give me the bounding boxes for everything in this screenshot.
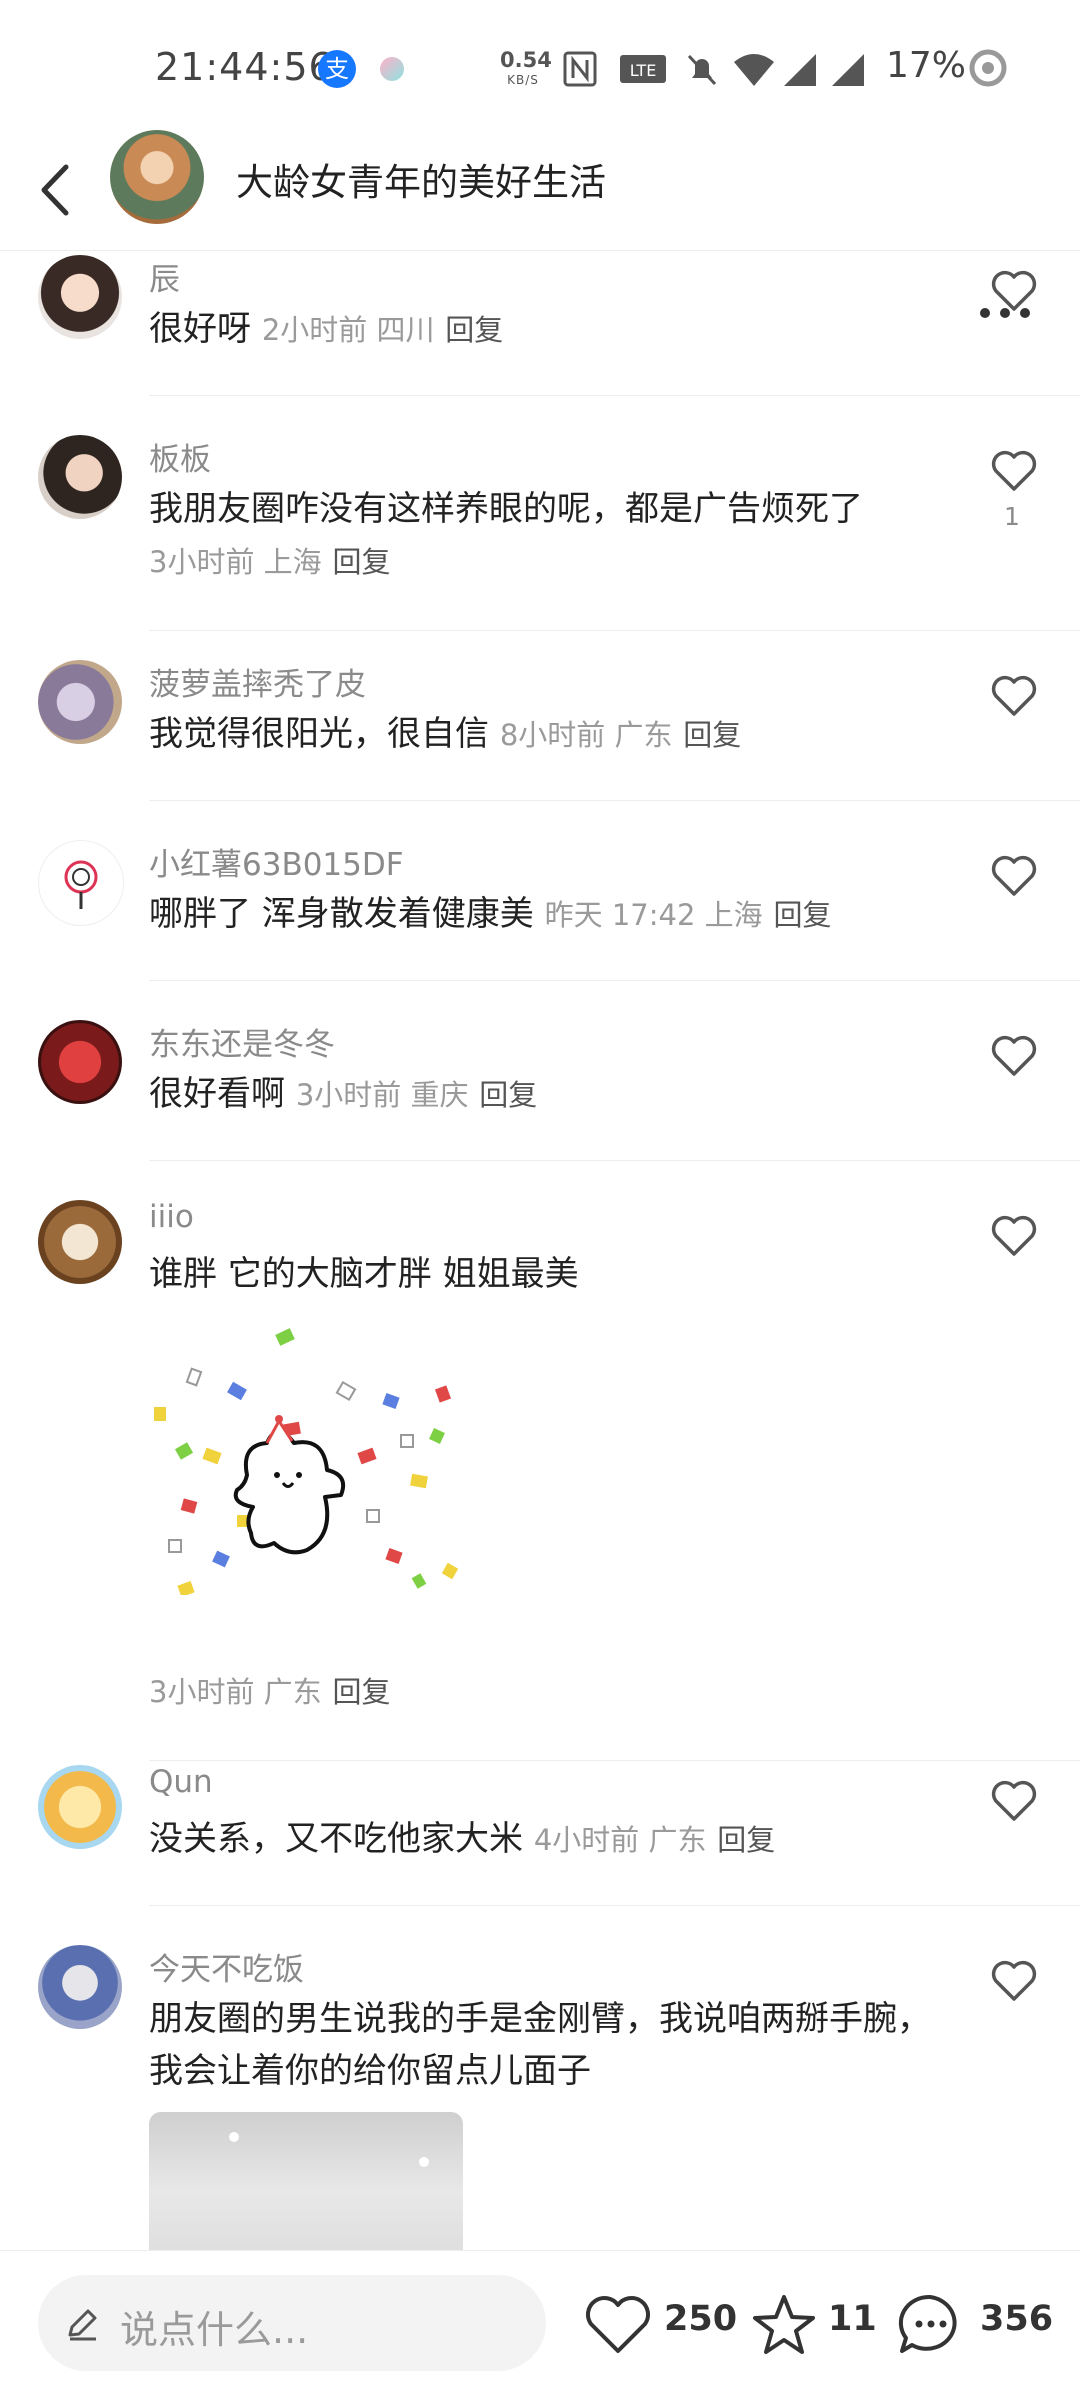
user-avatar[interactable] [38,255,122,339]
comment-input[interactable]: 说点什么... [38,2275,546,2371]
network-speed-unit: KB/S [507,73,539,87]
status-bar: 21:44:56 支 0.54 KB/S LTE 17% [0,0,1080,135]
divider [149,800,1080,801]
svg-text:LTE: LTE [630,61,657,80]
divider [149,395,1080,396]
confetti-bear-sticker [154,1328,459,1595]
comment-body: 哪胖了 浑身散发着健康美 [149,894,534,934]
battery-ring-icon [969,49,1007,87]
comment-list[interactable]: 辰 很好呀 2小时前 四川 回复 板板 我朋友圈咋没有这样养眼的呢，都是广告烦死… [0,250,1080,2250]
comment-body: 很好看啊 [149,1074,285,1114]
comment-username[interactable]: 东东还是冬冬 [149,1019,335,1064]
divider [149,980,1080,981]
like-icon[interactable] [990,853,1038,897]
comment-meta: 3小时前 重庆 [295,1078,469,1112]
like-count-total: 250 [664,2299,738,2339]
comment-text: 很好呀 2小时前 四川 回复 [149,303,949,356]
like-icon[interactable] [990,1958,1038,2002]
lollipop-icon [64,860,98,909]
user-avatar[interactable] [38,1200,122,1284]
comment-meta: 4小时前 广东 [533,1823,707,1857]
comment-username[interactable]: Qun [149,1764,213,1800]
pencil-icon [68,2309,97,2341]
network-speed: 0.54 KB/S [500,50,552,90]
reply-button[interactable]: 回复 [717,1823,775,1857]
user-avatar[interactable] [38,1945,122,2029]
mute-bell-icon [687,54,717,86]
comment-text: 我觉得很阳光，很自信 8小时前 广东 回复 [149,708,949,761]
comment-body: 我朋友圈咋没有这样养眼的呢，都是广告烦死了 [149,489,863,529]
like-icon[interactable] [990,1778,1038,1822]
user-avatar[interactable] [38,660,122,744]
comment-text: 哪胖了 浑身散发着健康美 昨天 17:42 上海 回复 [149,888,949,941]
comment-meta: 3小时前 上海 [149,545,322,579]
divider [149,1160,1080,1161]
divider [149,1905,1080,1906]
nfc-icon [563,51,597,87]
bottom-action-bar: 说点什么... 250 11 356 [0,2250,1080,2401]
divider [149,1760,1080,1761]
app-notification-icon [380,57,404,81]
volte-icon: LTE [620,55,666,83]
comment-meta: 8小时前 广东 [499,718,673,752]
comment-count: 356 [980,2299,1054,2339]
like-icon[interactable] [990,673,1038,717]
comment-text: 我朋友圈咋没有这样养眼的呢，都是广告烦死了 3小时前 上海 回复 [149,483,949,588]
comment-body: 朋友圈的男生说我的手是金刚臂，我说咱两掰手腕，我会让着你的给你留点儿面子 [149,1999,931,2091]
comment-input-placeholder: 说点什么... [120,2308,309,2352]
comment-username[interactable]: 板板 [149,434,211,479]
alipay-icon: 支 [318,50,356,88]
status-time: 21:44:56 [155,45,334,89]
comment-username[interactable]: iiio [149,1199,194,1235]
wifi-icon [734,54,774,86]
like-icon[interactable] [990,1213,1038,1257]
comment-username[interactable]: 今天不吃饭 [149,1944,304,1989]
back-icon[interactable] [30,155,82,225]
comment-username[interactable]: 小红薯63B015DF [149,839,404,884]
user-avatar[interactable] [38,435,122,519]
comment-body: 我觉得很阳光，很自信 [149,714,489,754]
reply-button[interactable]: 回复 [445,313,503,347]
like-icon[interactable] [990,448,1038,492]
battery-level: 17% [886,45,967,86]
comment-text: 没关系，又不吃他家大米 4小时前 广东 回复 [149,1813,949,1866]
network-speed-value: 0.54 [500,48,552,72]
reply-button[interactable]: 回复 [773,898,831,932]
user-avatar[interactable] [38,840,124,926]
comment-meta: 2小时前 四川 [261,313,435,347]
like-icon[interactable] [990,1033,1038,1077]
comment-username[interactable]: 菠萝盖摔秃了皮 [149,659,366,704]
user-avatar[interactable] [38,1765,122,1849]
comment-text: 谁胖 它的大脑才胖 姐姐最美 [149,1248,949,1300]
comment-text: 很好看啊 3小时前 重庆 回复 [149,1068,949,1121]
like-count: 1 [1004,502,1020,531]
like-icon[interactable] [990,268,1038,312]
comment-meta: 昨天 17:42 上海 [544,898,763,932]
comment-body: 谁胖 它的大脑才胖 姐姐最美 [149,1254,579,1294]
comment-footer: 3小时前 广东 回复 [149,1665,949,1718]
author-avatar[interactable] [110,130,204,224]
like-post-icon[interactable] [582,2291,654,2357]
reply-button[interactable]: 回复 [332,1675,390,1709]
star-icon[interactable] [748,2291,820,2357]
comment-text: 朋友圈的男生说我的手是金刚臂，我说咱两掰手腕，我会让着你的给你留点儿面子 [149,1993,939,2097]
reply-button[interactable]: 回复 [332,545,390,579]
page-title: 大龄女青年的美好生活 [236,161,606,204]
comment-photo[interactable] [149,2112,463,2250]
comment-meta: 3小时前 广东 [149,1675,322,1709]
star-count: 11 [828,2299,877,2339]
reply-button[interactable]: 回复 [683,718,741,752]
divider [149,630,1080,631]
user-avatar[interactable] [38,1020,122,1104]
comment-username[interactable]: 辰 [149,254,180,299]
signal-icon [784,54,816,86]
comment-body: 没关系，又不吃他家大米 [149,1819,523,1859]
signal-icon-2 [832,54,864,86]
comment-body: 很好呀 [149,309,251,349]
reply-button[interactable]: 回复 [479,1078,537,1112]
comment-icon[interactable] [894,2291,966,2357]
